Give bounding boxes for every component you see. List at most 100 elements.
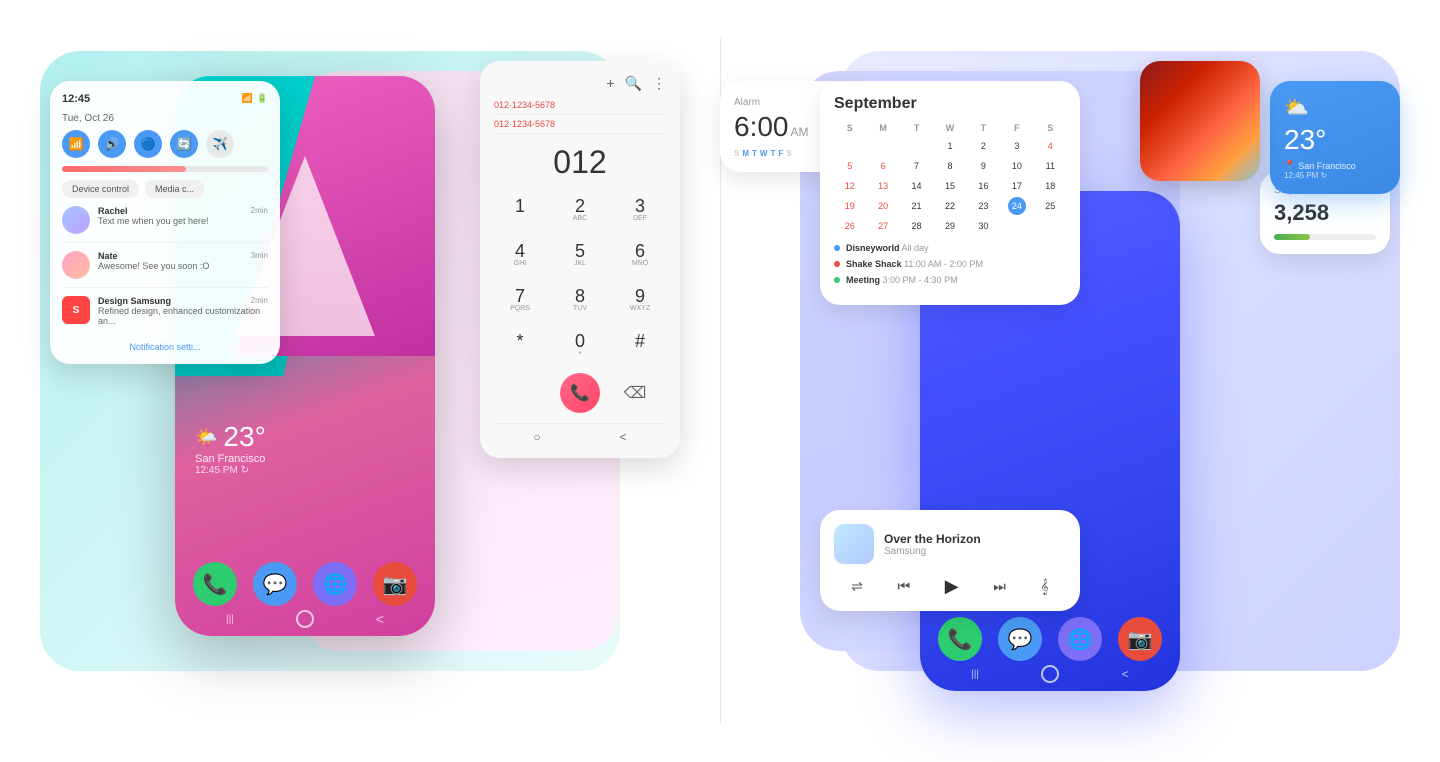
alarm-day-s1: S (734, 149, 739, 158)
cal-day-15[interactable]: 15 (941, 177, 959, 195)
cal-day-28[interactable]: 28 (908, 217, 926, 235)
alarm-time-display: 6:00 (734, 111, 789, 143)
alarm-day-f: F (778, 149, 783, 158)
dial-key-star[interactable]: * (494, 326, 546, 363)
cal-day-7[interactable]: 7 (908, 157, 926, 175)
delete-button[interactable]: ⌫ (620, 378, 650, 408)
cal-day-9[interactable]: 9 (974, 157, 992, 175)
dialer-home-btn[interactable]: ○ (533, 430, 540, 444)
dock-phone-right[interactable]: 📞 (938, 617, 982, 661)
dock-chat-right[interactable]: 💬 (998, 617, 1042, 661)
cal-day-20[interactable]: 20 (874, 197, 892, 215)
dial-key-hash[interactable]: # (614, 326, 666, 363)
search-icon[interactable]: 🔍 (625, 75, 642, 92)
cal-day-14[interactable]: 14 (908, 177, 926, 195)
notif-item-nate: Nate 3min Awesome! See you soon :O (62, 251, 268, 288)
sync-toggle[interactable]: 🔄 (170, 130, 198, 158)
rachel-avatar (62, 206, 90, 234)
cal-day-4[interactable]: 4 (1041, 137, 1059, 155)
shuffle-button[interactable]: ⇌ (851, 578, 863, 595)
disney-title: Disneyworld (846, 243, 900, 253)
cal-day-22[interactable]: 22 (941, 197, 959, 215)
back-right[interactable]: < (1122, 667, 1129, 681)
cal-day-25[interactable]: 25 (1041, 197, 1059, 215)
calendar-grid: S M T W T F S 1 2 3 4 5 6 7 8 9 10 11 12… (834, 121, 1066, 235)
dial-key-0[interactable]: 0+ (554, 326, 606, 363)
cal-day-11[interactable]: 11 (1041, 157, 1059, 175)
cal-day-23[interactable]: 23 (974, 197, 992, 215)
dial-key-5[interactable]: 5JKL (554, 236, 606, 273)
cal-day-21[interactable]: 21 (908, 197, 926, 215)
weather-temp-right: 23° (1284, 124, 1386, 156)
bluetooth-toggle[interactable]: 🔵 (134, 130, 162, 158)
cal-day-3[interactable]: 3 (1008, 137, 1026, 155)
dial-key-3[interactable]: 3DEF (614, 191, 666, 228)
dock-camera-right[interactable]: 📷 (1118, 617, 1162, 661)
dial-key-4[interactable]: 4GHI (494, 236, 546, 273)
cal-day-8[interactable]: 8 (941, 157, 959, 175)
home-right[interactable] (1041, 665, 1059, 683)
dial-key-2[interactable]: 2ABC (554, 191, 606, 228)
cal-day-2[interactable]: 2 (974, 137, 992, 155)
cal-day-16[interactable]: 16 (974, 177, 992, 195)
dock-camera-icon[interactable]: 📷 (373, 562, 417, 606)
dialer-display: 012 (494, 144, 666, 181)
dial-key-1[interactable]: 1 (494, 191, 546, 228)
dial-key-9[interactable]: 9WXYZ (614, 281, 666, 318)
dock-browser-icon[interactable]: 🌐 (313, 562, 357, 606)
nate-avatar (62, 251, 90, 279)
dialer-back-btn[interactable]: < (620, 430, 627, 444)
dial-key-6[interactable]: 6MNO (614, 236, 666, 273)
cal-header-t: T (901, 121, 932, 135)
play-button[interactable]: ▶ (945, 576, 959, 597)
recent-num-1: 012·1234-5678 (494, 100, 555, 110)
phone-location: San Francisco (195, 453, 266, 465)
next-button[interactable]: ⏭ (993, 578, 1006, 595)
dock-chat-icon[interactable]: 💬 (253, 562, 297, 606)
cal-day-27[interactable]: 27 (874, 217, 892, 235)
dial-key-7[interactable]: 7PQRS (494, 281, 546, 318)
cal-day-12[interactable]: 12 (841, 177, 859, 195)
dock-browser-right[interactable]: 🌐 (1058, 617, 1102, 661)
back-button[interactable]: < (376, 611, 384, 627)
cal-day-13[interactable]: 13 (874, 177, 892, 195)
cal-day-29[interactable]: 29 (941, 217, 959, 235)
cal-day-19[interactable]: 19 (841, 197, 859, 215)
airplane-toggle[interactable]: ✈️ (206, 130, 234, 158)
cal-day-10[interactable]: 10 (1008, 157, 1026, 175)
left-section: 🌤️ 23° San Francisco 12:45 PM ↻ 📞 💬 🌐 📷 … (20, 21, 700, 741)
call-button[interactable]: 📞 (560, 373, 600, 413)
dialer-header: + 🔍 ⋮ (494, 75, 666, 92)
lyrics-button[interactable]: 𝄞 (1040, 578, 1048, 595)
cal-day-5[interactable]: 5 (841, 157, 859, 175)
media-btn[interactable]: Media c... (145, 180, 204, 198)
prev-button[interactable]: ⏮ (898, 578, 911, 595)
cal-day-26[interactable]: 26 (841, 217, 859, 235)
dial-key-8[interactable]: 8TUV (554, 281, 606, 318)
cal-day-18[interactable]: 18 (1041, 177, 1059, 195)
calendar-widget: September S M T W T F S 1 2 3 4 5 6 7 8 … (820, 81, 1080, 305)
dialer-bottom: 📞 ⌫ (494, 373, 666, 413)
cal-day-24-today[interactable]: 24 (1008, 197, 1026, 215)
add-icon[interactable]: + (606, 75, 614, 92)
dialer-panel: + 🔍 ⋮ 012·1234-5678 012·1234-5678 012 1 … (480, 61, 680, 458)
sound-toggle[interactable]: 🔊 (98, 130, 126, 158)
home-button[interactable] (296, 610, 314, 628)
brightness-bar[interactable] (62, 166, 268, 172)
shake-time: 11:00 AM - 2:00 PM (904, 259, 983, 269)
device-control-btn[interactable]: Device control (62, 180, 139, 198)
calendar-header: September (834, 95, 1066, 113)
right-section: 📞 💬 🌐 📷 ||| < Alarm ⏰ 6:00 AM S M T W T … (740, 21, 1420, 741)
cal-day-1[interactable]: 1 (941, 137, 959, 155)
notif-rachel-content: Rachel 2min Text me when you get here! (98, 206, 268, 226)
notif-settings-link[interactable]: Notification setti... (62, 342, 268, 352)
weather-icon-right: ⛅ (1284, 95, 1386, 120)
dock-phone-icon[interactable]: 📞 (193, 562, 237, 606)
phone-left-dock: 📞 💬 🌐 📷 (175, 562, 435, 606)
nate-msg: Awesome! See you soon :O (98, 261, 268, 271)
wifi-toggle[interactable]: 📶 (62, 130, 90, 158)
cal-day-30[interactable]: 30 (974, 217, 992, 235)
cal-day-17[interactable]: 17 (1008, 177, 1026, 195)
more-icon[interactable]: ⋮ (652, 75, 666, 92)
cal-day-6[interactable]: 6 (874, 157, 892, 175)
